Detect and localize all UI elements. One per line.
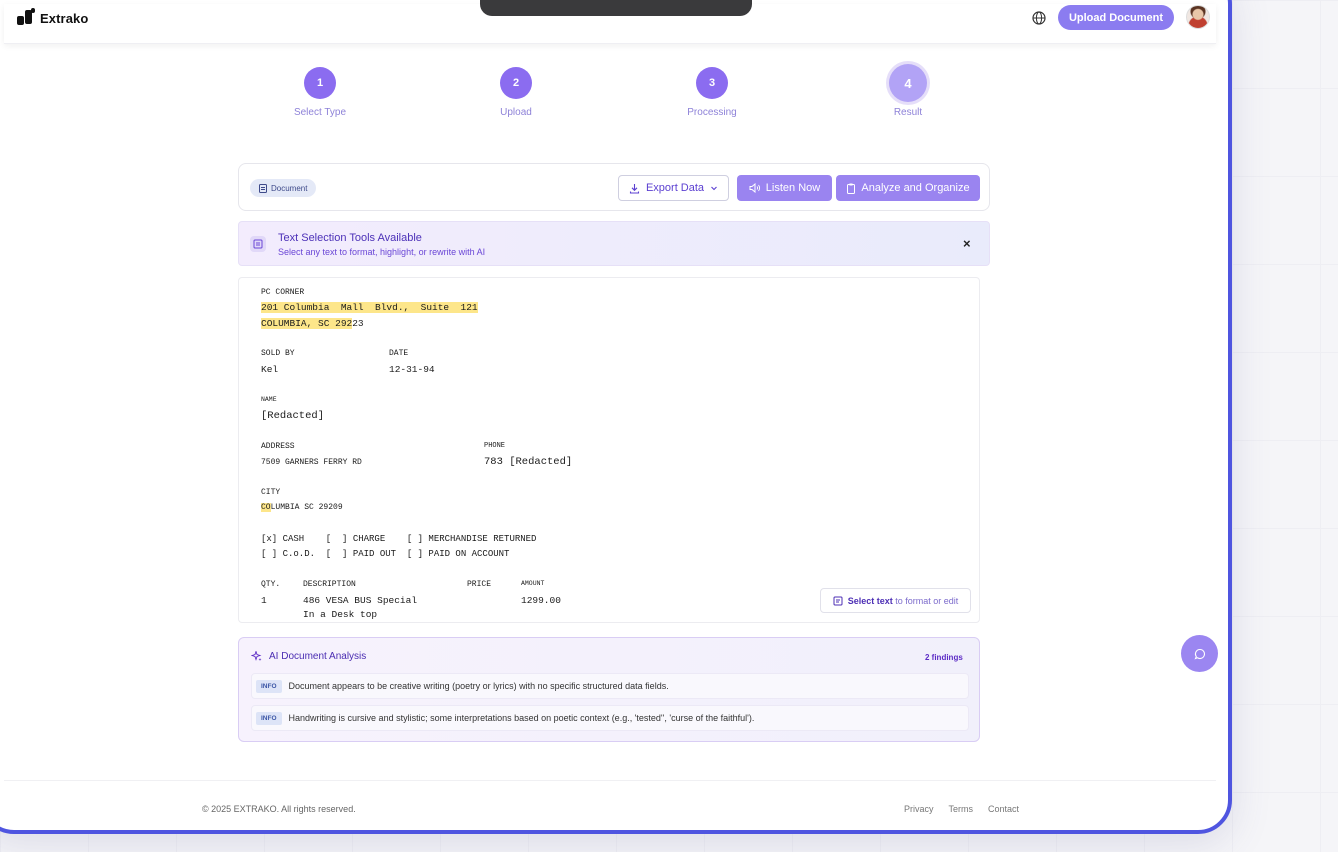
name-label: NAME <box>261 396 277 403</box>
export-label: Export Data <box>645 182 705 194</box>
user-avatar[interactable] <box>1186 5 1210 29</box>
address-value: 7509 GARNERS FERRY RD <box>261 458 362 467</box>
analyze-label: Analyze and Organize <box>861 182 970 194</box>
item-description-line2: In a Desk top <box>303 609 378 620</box>
address-label: ADDRESS <box>261 442 295 451</box>
step-label: Upload <box>500 107 532 118</box>
logo-icon <box>16 8 36 28</box>
finding-text: Handwriting is cursive and stylistic; so… <box>288 713 755 723</box>
step-label: Select Type <box>293 107 347 118</box>
sold-by-label: SOLD BY <box>261 349 295 358</box>
upload-document-button[interactable]: Upload Document <box>1058 5 1174 30</box>
speaker-icon <box>749 183 760 193</box>
sparkle-icon <box>251 651 262 661</box>
close-icon[interactable]: × <box>963 236 971 251</box>
highlighted-text: CO <box>261 503 271 512</box>
banner-subtitle: Select any text to format, highlight, or… <box>278 247 486 257</box>
step-label: Processing <box>687 107 737 118</box>
store-address-line1: 201 Columbia Mall Blvd., Suite 121 <box>261 302 478 313</box>
item-amount: 1299.00 <box>521 595 561 606</box>
finding-tag: INFO <box>256 679 282 693</box>
date-label: DATE <box>389 349 409 358</box>
chevron-down-icon <box>711 186 717 191</box>
document-text-area[interactable]: PC CORNER 201 Columbia Mall Blvd., Suite… <box>238 277 980 623</box>
ai-analysis-panel: AI Document Analysis 2 findings INFO Doc… <box>238 637 980 742</box>
listen-now-button[interactable]: Listen Now <box>737 175 832 201</box>
finding-tag: INFO <box>256 711 282 725</box>
document-type-badge: Document <box>250 179 317 197</box>
city-label: CITY <box>261 488 281 497</box>
text-tools-icon <box>250 236 266 252</box>
item-qty: 1 <box>261 595 267 606</box>
sold-by-value: Kel <box>261 364 279 375</box>
footer-link-terms[interactable]: Terms <box>949 804 974 814</box>
store-address-line2: COLUMBIA, SC 29223 <box>261 318 364 329</box>
step-select-type[interactable]: 1 Select Type <box>260 67 380 118</box>
findings-count: 2 findings <box>925 653 963 662</box>
plain-text: LUMBIA SC 29209 <box>270 503 343 512</box>
highlighted-text: COLUMBIA, SC 292 <box>261 318 353 329</box>
finding-item: INFO Handwriting is cursive and stylisti… <box>251 705 969 731</box>
finding-text: Document appears to be creative writing … <box>288 681 669 691</box>
banner-title: Text Selection Tools Available <box>278 232 422 244</box>
phone-value: 783 [Redacted] <box>484 456 573 468</box>
copyright: © 2025 EXTRAKO. All rights reserved. <box>202 804 356 814</box>
chat-bubble-icon <box>1193 648 1205 660</box>
finding-item: INFO Document appears to be creative wri… <box>251 673 969 699</box>
plain-text: 23 <box>352 318 364 329</box>
listen-label: Listen Now <box>765 182 821 194</box>
date-value: 12-31-94 <box>389 364 435 375</box>
result-toolbar: Document Export Data Listen Now Analyze … <box>238 163 990 211</box>
footer-divider <box>4 780 1216 781</box>
phone-label: PHONE <box>484 442 506 450</box>
store-name: PC CORNER <box>261 288 305 297</box>
step-number: 4 <box>889 64 927 102</box>
file-icon <box>259 183 267 193</box>
download-icon <box>629 183 640 194</box>
app-window: Extrako Upload Document 1 Select Type 2 … <box>0 0 1232 834</box>
step-processing[interactable]: 3 Processing <box>652 67 772 118</box>
name-value: [Redacted] <box>261 410 325 422</box>
select-hint-rest: to format or edit <box>892 595 959 606</box>
qty-label: QTY. <box>261 580 281 589</box>
step-result[interactable]: 4 Result <box>848 64 968 118</box>
export-data-button[interactable]: Export Data <box>618 175 729 201</box>
description-label: DESCRIPTION <box>303 580 356 589</box>
step-number: 1 <box>304 67 336 99</box>
item-description: 486 VESA BUS Special <box>303 595 418 606</box>
ai-analysis-title: AI Document Analysis <box>269 651 367 662</box>
select-text-hint[interactable]: Select text to format or edit <box>820 588 971 613</box>
price-label: PRICE <box>467 580 492 589</box>
step-label: Result <box>893 107 923 118</box>
logo-text: Extrako <box>40 10 89 26</box>
text-tools-banner: Text Selection Tools Available Select an… <box>238 221 990 266</box>
footer-link-privacy[interactable]: Privacy <box>904 804 934 814</box>
logo[interactable]: Extrako <box>16 8 88 28</box>
step-number: 2 <box>500 67 532 99</box>
step-number: 3 <box>696 67 728 99</box>
document-type-label: Document <box>271 183 308 193</box>
footer-link-contact[interactable]: Contact <box>988 804 1019 814</box>
amount-label: AMOUNT <box>521 580 545 587</box>
clipboard-icon <box>847 183 856 194</box>
camera-notch <box>480 0 752 16</box>
globe-icon[interactable] <box>1031 10 1047 26</box>
city-value: COLUMBIA SC 29209 <box>261 503 343 512</box>
payment-options-line2: [ ] C.o.D. [ ] PAID OUT [ ] PAID ON ACCO… <box>261 549 510 559</box>
payment-options-line1: [x] CASH [ ] CHARGE [ ] MERCHANDISE RETU… <box>261 534 537 544</box>
ai-analysis-header: AI Document Analysis <box>251 651 366 662</box>
top-header: Extrako Upload Document <box>4 0 1216 44</box>
select-hint-bold: Select text <box>847 595 893 606</box>
chat-button[interactable] <box>1181 635 1218 672</box>
step-upload[interactable]: 2 Upload <box>456 67 576 118</box>
analyze-organize-button[interactable]: Analyze and Organize <box>836 175 980 201</box>
footer-links: Privacy Terms Contact <box>904 804 1019 814</box>
edit-document-icon <box>833 596 843 605</box>
